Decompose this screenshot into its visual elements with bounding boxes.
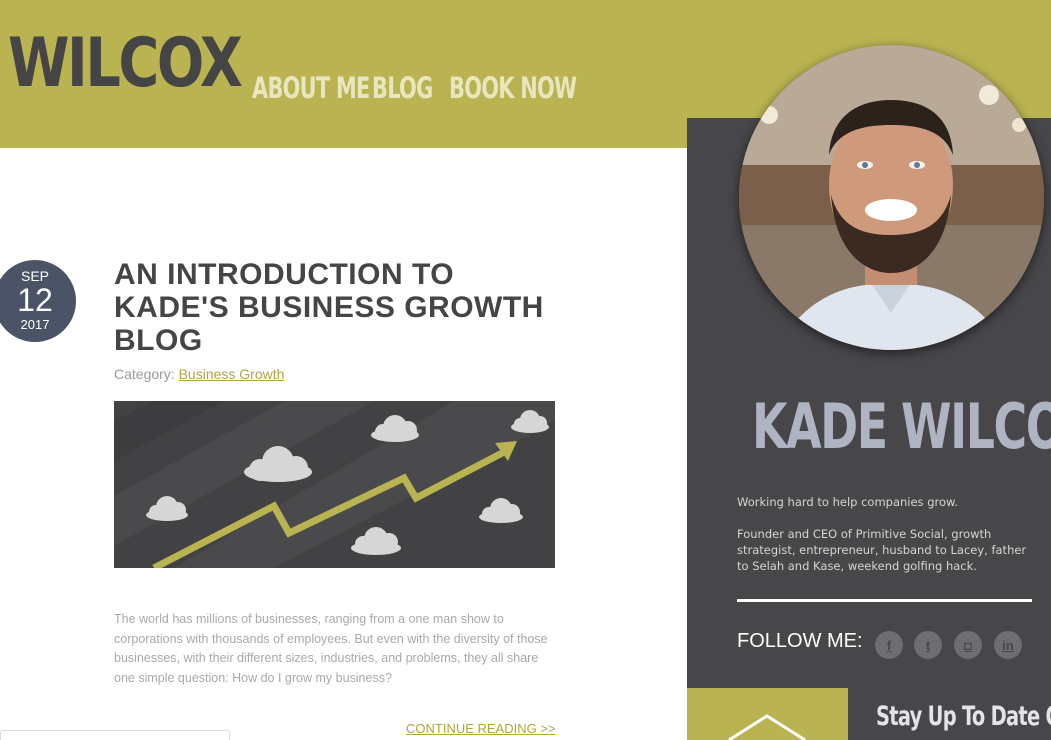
post-category-label: Category: [114, 366, 175, 382]
sidebar-divider [737, 599, 1032, 602]
post-date-year: 2017 [20, 317, 50, 332]
instagram-icon[interactable]: ◘ [954, 631, 982, 659]
post-date-badge: SEP 12 2017 [0, 260, 76, 342]
post-date-day: 12 [17, 282, 53, 318]
post-title[interactable]: AN INTRODUCTION TO KADE'S BUSINESS GROWT… [114, 258, 554, 357]
post-category-link[interactable]: Business Growth [179, 366, 285, 382]
linkedin-icon[interactable]: in [994, 631, 1022, 659]
site-logo[interactable]: WILCOX [8, 30, 243, 98]
post-excerpt: The world has millions of businesses, ra… [114, 612, 548, 685]
sidebar-tagline: Working hard to help companies grow. [737, 495, 959, 509]
envelope-icon [728, 714, 806, 740]
twitter-icon[interactable]: t [914, 631, 942, 659]
continue-reading-link[interactable]: CONTINUE READING >> [406, 721, 556, 736]
nav-blog[interactable]: BLOG [372, 74, 433, 103]
facebook-icon[interactable]: f [875, 631, 903, 659]
post-featured-image[interactable] [114, 401, 555, 568]
nav-book-now[interactable]: BOOK NOW [449, 74, 577, 103]
newsletter-icon-box [687, 688, 848, 740]
newsletter-title: Stay Up To Date On [876, 701, 1051, 732]
sidebar-bio: Founder and CEO of Primitive Social, gro… [737, 527, 1027, 573]
post-category: Category: Business Growth [114, 366, 284, 382]
sidebar-author-name: KADE WILCOX [752, 390, 1051, 463]
post-footer-box [0, 730, 230, 740]
nav-about-me[interactable]: ABOUT ME [252, 74, 370, 103]
follow-me-label: FOLLOW ME: [737, 630, 863, 652]
avatar [739, 45, 1044, 350]
